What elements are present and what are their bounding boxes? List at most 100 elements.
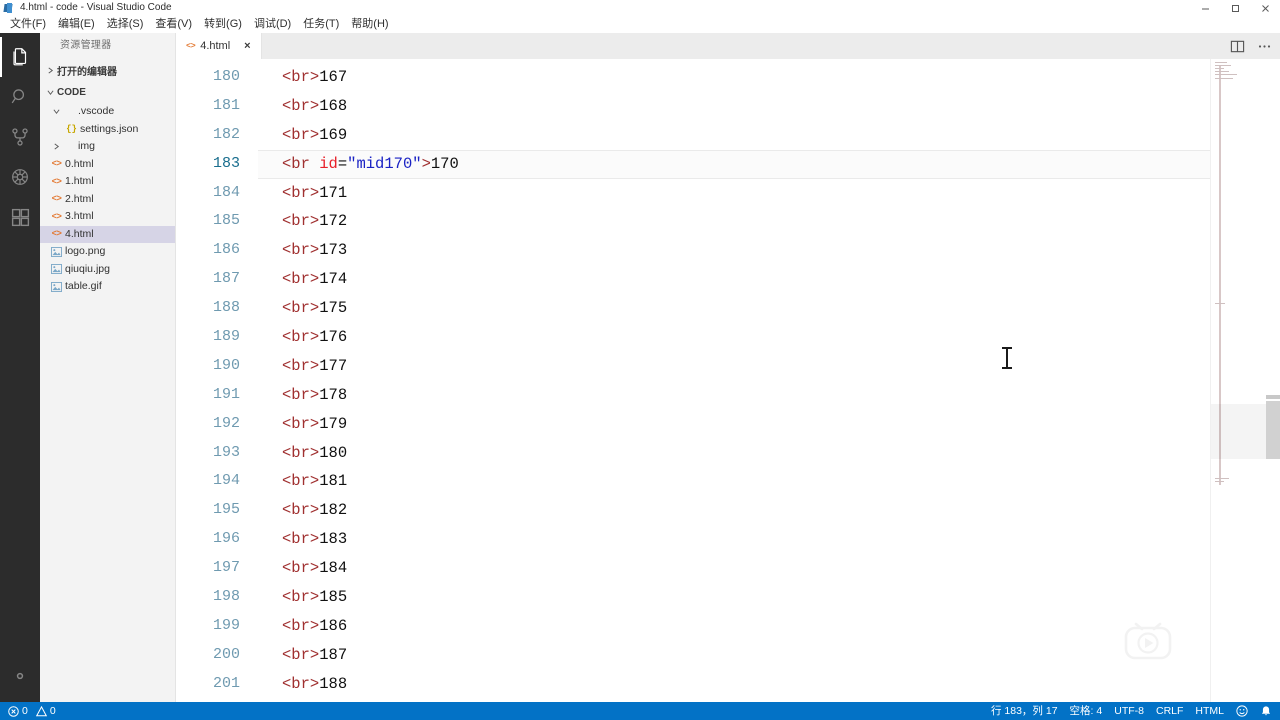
line-number: 184 xyxy=(212,183,240,201)
code-line[interactable]: <br>181 xyxy=(282,467,1210,496)
minimap[interactable] xyxy=(1210,59,1266,702)
explorer-sidebar: 资源管理器 打开的编辑器 CODE .vscode {} settings.js… xyxy=(40,33,176,702)
tree-item-2-html[interactable]: <> 2.html xyxy=(40,191,175,209)
status-encoding[interactable]: UTF-8 xyxy=(1108,702,1150,720)
notifications-icon[interactable] xyxy=(1254,702,1278,720)
code-token-text: 185 xyxy=(319,588,348,607)
activity-item-manage[interactable] xyxy=(0,656,40,696)
tree-item-3-html[interactable]: <> 3.html xyxy=(40,208,175,226)
code-line[interactable]: <br>184 xyxy=(282,554,1210,583)
debug-icon xyxy=(9,166,31,188)
menu-item-debug[interactable]: 调试(D) xyxy=(248,16,297,33)
minimap-slider[interactable] xyxy=(1211,404,1266,459)
code-token-text: 175 xyxy=(319,299,348,318)
tree-item-logo-png[interactable]: logo.png xyxy=(40,243,175,261)
menu-item-edit[interactable]: 编辑(E) xyxy=(52,16,101,33)
status-language-mode[interactable]: HTML xyxy=(1189,702,1230,720)
minimap-mark xyxy=(1215,74,1237,75)
explorer-icon xyxy=(9,46,31,68)
scrollbar-thumb[interactable] xyxy=(1266,401,1280,459)
code-line[interactable]: <br>167 xyxy=(282,63,1210,92)
code-line-current[interactable]: <br id="mid170">170 xyxy=(258,149,1210,179)
activity-item-extensions[interactable] xyxy=(0,197,40,237)
status-cursor-position[interactable]: 行 183，列 17 xyxy=(985,702,1064,720)
vscode-window: 4.html - code - Visual Studio Code 文件(F)… xyxy=(0,0,1280,720)
editor-vertical-scrollbar[interactable] xyxy=(1266,59,1280,702)
code-line[interactable]: <br>173 xyxy=(282,236,1210,265)
code-line[interactable]: <br>174 xyxy=(282,265,1210,294)
code-line[interactable]: <br>171 xyxy=(282,179,1210,208)
activity-item-source-control[interactable] xyxy=(0,117,40,157)
code-line[interactable]: <br>175 xyxy=(282,294,1210,323)
code-line[interactable]: <br>172 xyxy=(282,207,1210,236)
code-token-tag: <br> xyxy=(282,559,320,578)
tab-4-html[interactable]: <> 4.html × xyxy=(176,33,262,59)
tree-item-label: 3.html xyxy=(65,210,94,222)
code-line[interactable]: <br>187 xyxy=(282,641,1210,670)
more-actions-icon[interactable] xyxy=(1257,39,1272,54)
split-editor-icon[interactable] xyxy=(1230,39,1245,54)
line-number: 181 xyxy=(212,96,240,114)
code-token-attribute: id xyxy=(319,154,338,173)
tree-item-vscode[interactable]: .vscode xyxy=(40,103,175,121)
code-line[interactable]: <br>186 xyxy=(282,612,1210,641)
tree-item-4-html[interactable]: <> 4.html xyxy=(40,225,175,243)
code-line[interactable]: <br>178 xyxy=(282,381,1210,410)
code-line[interactable]: <br>182 xyxy=(282,496,1210,525)
source-control-icon xyxy=(9,126,31,148)
menu-item-file[interactable]: 文件(F) xyxy=(4,16,52,33)
feedback-icon[interactable] xyxy=(1230,702,1254,720)
tree-item-label: logo.png xyxy=(65,245,106,257)
menu-item-help[interactable]: 帮助(H) xyxy=(345,16,394,33)
code-line[interactable]: <br>183 xyxy=(282,525,1210,554)
minimize-icon[interactable] xyxy=(1190,0,1220,16)
code-line[interactable]: <br>169 xyxy=(282,121,1210,150)
line-number: 191 xyxy=(212,385,240,403)
close-icon[interactable]: × xyxy=(244,40,250,52)
extensions-icon xyxy=(10,207,31,228)
folder-section-code[interactable]: CODE xyxy=(40,81,175,103)
activity-item-search[interactable] xyxy=(0,77,40,117)
tree-item-1-html[interactable]: <> 1.html xyxy=(40,173,175,191)
menu-item-tasks[interactable]: 任务(T) xyxy=(297,16,345,33)
code-line[interactable]: <br>176 xyxy=(282,323,1210,352)
tree-item-qiuqiu-jpg[interactable]: qiuqiu.jpg xyxy=(40,261,175,279)
tree-item-0-html[interactable]: <> 0.html xyxy=(40,156,175,174)
code-token-tag: <br> xyxy=(282,270,320,289)
status-eol[interactable]: CRLF xyxy=(1150,702,1189,720)
code-token-tag: <br> xyxy=(282,616,320,635)
gear-icon xyxy=(10,666,30,686)
status-indentation[interactable]: 空格: 4 xyxy=(1064,702,1109,720)
menu-item-go[interactable]: 转到(G) xyxy=(198,16,248,33)
code-line[interactable]: <br>188 xyxy=(282,670,1210,699)
code-line[interactable]: <br>185 xyxy=(282,583,1210,612)
editor-group: <> 4.html × 180 181 182 183 184 185 186 … xyxy=(176,33,1280,702)
line-number: 192 xyxy=(212,414,240,432)
minimap-mark xyxy=(1215,478,1229,479)
tree-item-settings-json[interactable]: {} settings.json xyxy=(40,121,175,139)
activity-item-explorer[interactable] xyxy=(0,37,40,77)
menu-item-view[interactable]: 查看(V) xyxy=(149,16,198,33)
html-icon: <> xyxy=(51,211,62,222)
activity-item-debug[interactable] xyxy=(0,157,40,197)
scrollbar-decoration xyxy=(1266,395,1280,399)
chevron-down-icon xyxy=(44,89,57,96)
close-icon[interactable] xyxy=(1250,0,1280,16)
code-line[interactable]: <br>168 xyxy=(282,92,1210,121)
code-lines[interactable]: <br>167 <br>168 <br>169 <br id="mid170">… xyxy=(258,59,1210,702)
window-controls xyxy=(1190,0,1280,16)
tree-item-img[interactable]: img xyxy=(40,138,175,156)
maximize-icon[interactable] xyxy=(1220,0,1250,16)
open-editors-section[interactable]: 打开的编辑器 xyxy=(40,59,175,81)
code-line[interactable]: <br>177 xyxy=(282,352,1210,381)
editor-content[interactable]: 180 181 182 183 184 185 186 187 188 189 … xyxy=(176,59,1280,702)
status-problems[interactable]: 0 0 xyxy=(2,702,62,720)
code-token-tag: <br> xyxy=(282,241,320,260)
html-icon: <> xyxy=(186,41,196,51)
menu-item-select[interactable]: 选择(S) xyxy=(101,16,150,33)
code-line[interactable]: <br>180 xyxy=(282,439,1210,468)
code-line[interactable]: <br>179 xyxy=(282,410,1210,439)
tree-item-table-gif[interactable]: table.gif xyxy=(40,278,175,296)
code-token-equals: = xyxy=(337,154,348,173)
tree-item-label: .vscode xyxy=(78,105,115,117)
